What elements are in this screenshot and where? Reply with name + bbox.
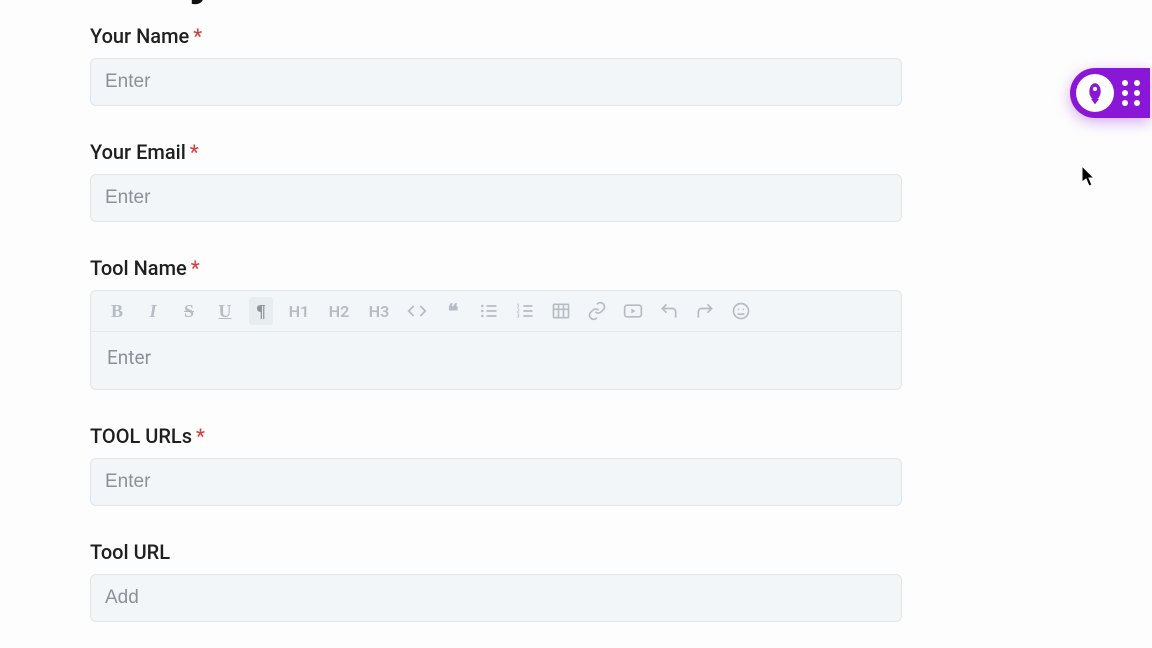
required-marker: * [190, 140, 199, 164]
field-tool-name: Tool Name * B I S U ¶ H1 H2 H3 ❝ [90, 256, 902, 390]
video-button[interactable] [621, 297, 645, 325]
rte-tool-name: B I S U ¶ H1 H2 H3 ❝ 123 [90, 290, 902, 390]
assistant-widget-icon [1076, 74, 1114, 112]
required-marker: * [191, 256, 200, 280]
field-your-email: Your Email * [90, 140, 902, 222]
bullet-list-button[interactable] [477, 297, 501, 325]
mouse-cursor-icon [1082, 166, 1098, 188]
required-marker: * [193, 24, 202, 48]
strikethrough-button[interactable]: S [177, 297, 201, 325]
h3-button[interactable]: H3 [365, 297, 393, 325]
label-text: TOOL URLs [90, 424, 192, 448]
link-button[interactable] [585, 297, 609, 325]
emoji-button[interactable] [729, 297, 753, 325]
widget-grip-icon [1122, 80, 1146, 106]
label-text: Tool Name [90, 256, 187, 280]
table-button[interactable] [549, 297, 573, 325]
underline-button[interactable]: U [213, 297, 237, 325]
undo-button[interactable] [657, 297, 681, 325]
h1-button[interactable]: H1 [285, 297, 313, 325]
label-your-name: Your Name * [90, 24, 902, 48]
form-title: AIMojo Tool Submit form [90, 0, 574, 6]
input-tool-url[interactable] [90, 574, 902, 622]
assistant-widget[interactable] [1070, 68, 1150, 118]
code-button[interactable] [405, 297, 429, 325]
label-your-email: Your Email * [90, 140, 902, 164]
field-tool-url: Tool URL [90, 540, 902, 622]
input-tool-urls[interactable] [90, 458, 902, 506]
rte-input-tool-name[interactable]: Enter [91, 332, 901, 389]
label-tool-url: Tool URL [90, 540, 902, 564]
label-text: Tool URL [90, 540, 170, 564]
rte-toolbar: B I S U ¶ H1 H2 H3 ❝ 123 [91, 291, 901, 332]
field-your-name: Your Name * [90, 24, 902, 106]
h2-button[interactable]: H2 [325, 297, 353, 325]
label-text: Your Email [90, 140, 186, 164]
input-your-name[interactable] [90, 58, 902, 106]
input-your-email[interactable] [90, 174, 902, 222]
label-tool-urls: TOOL URLs * [90, 424, 902, 448]
redo-button[interactable] [693, 297, 717, 325]
paragraph-button[interactable]: ¶ [249, 297, 273, 325]
italic-button[interactable]: I [141, 297, 165, 325]
ordered-list-button[interactable]: 123 [513, 297, 537, 325]
field-tool-urls: TOOL URLs * [90, 424, 902, 506]
label-text: Your Name [90, 24, 189, 48]
required-marker: * [196, 424, 205, 448]
svg-text:3: 3 [517, 314, 520, 320]
label-tool-name: Tool Name * [90, 256, 902, 280]
quote-button[interactable]: ❝ [441, 297, 465, 325]
bold-button[interactable]: B [105, 297, 129, 325]
